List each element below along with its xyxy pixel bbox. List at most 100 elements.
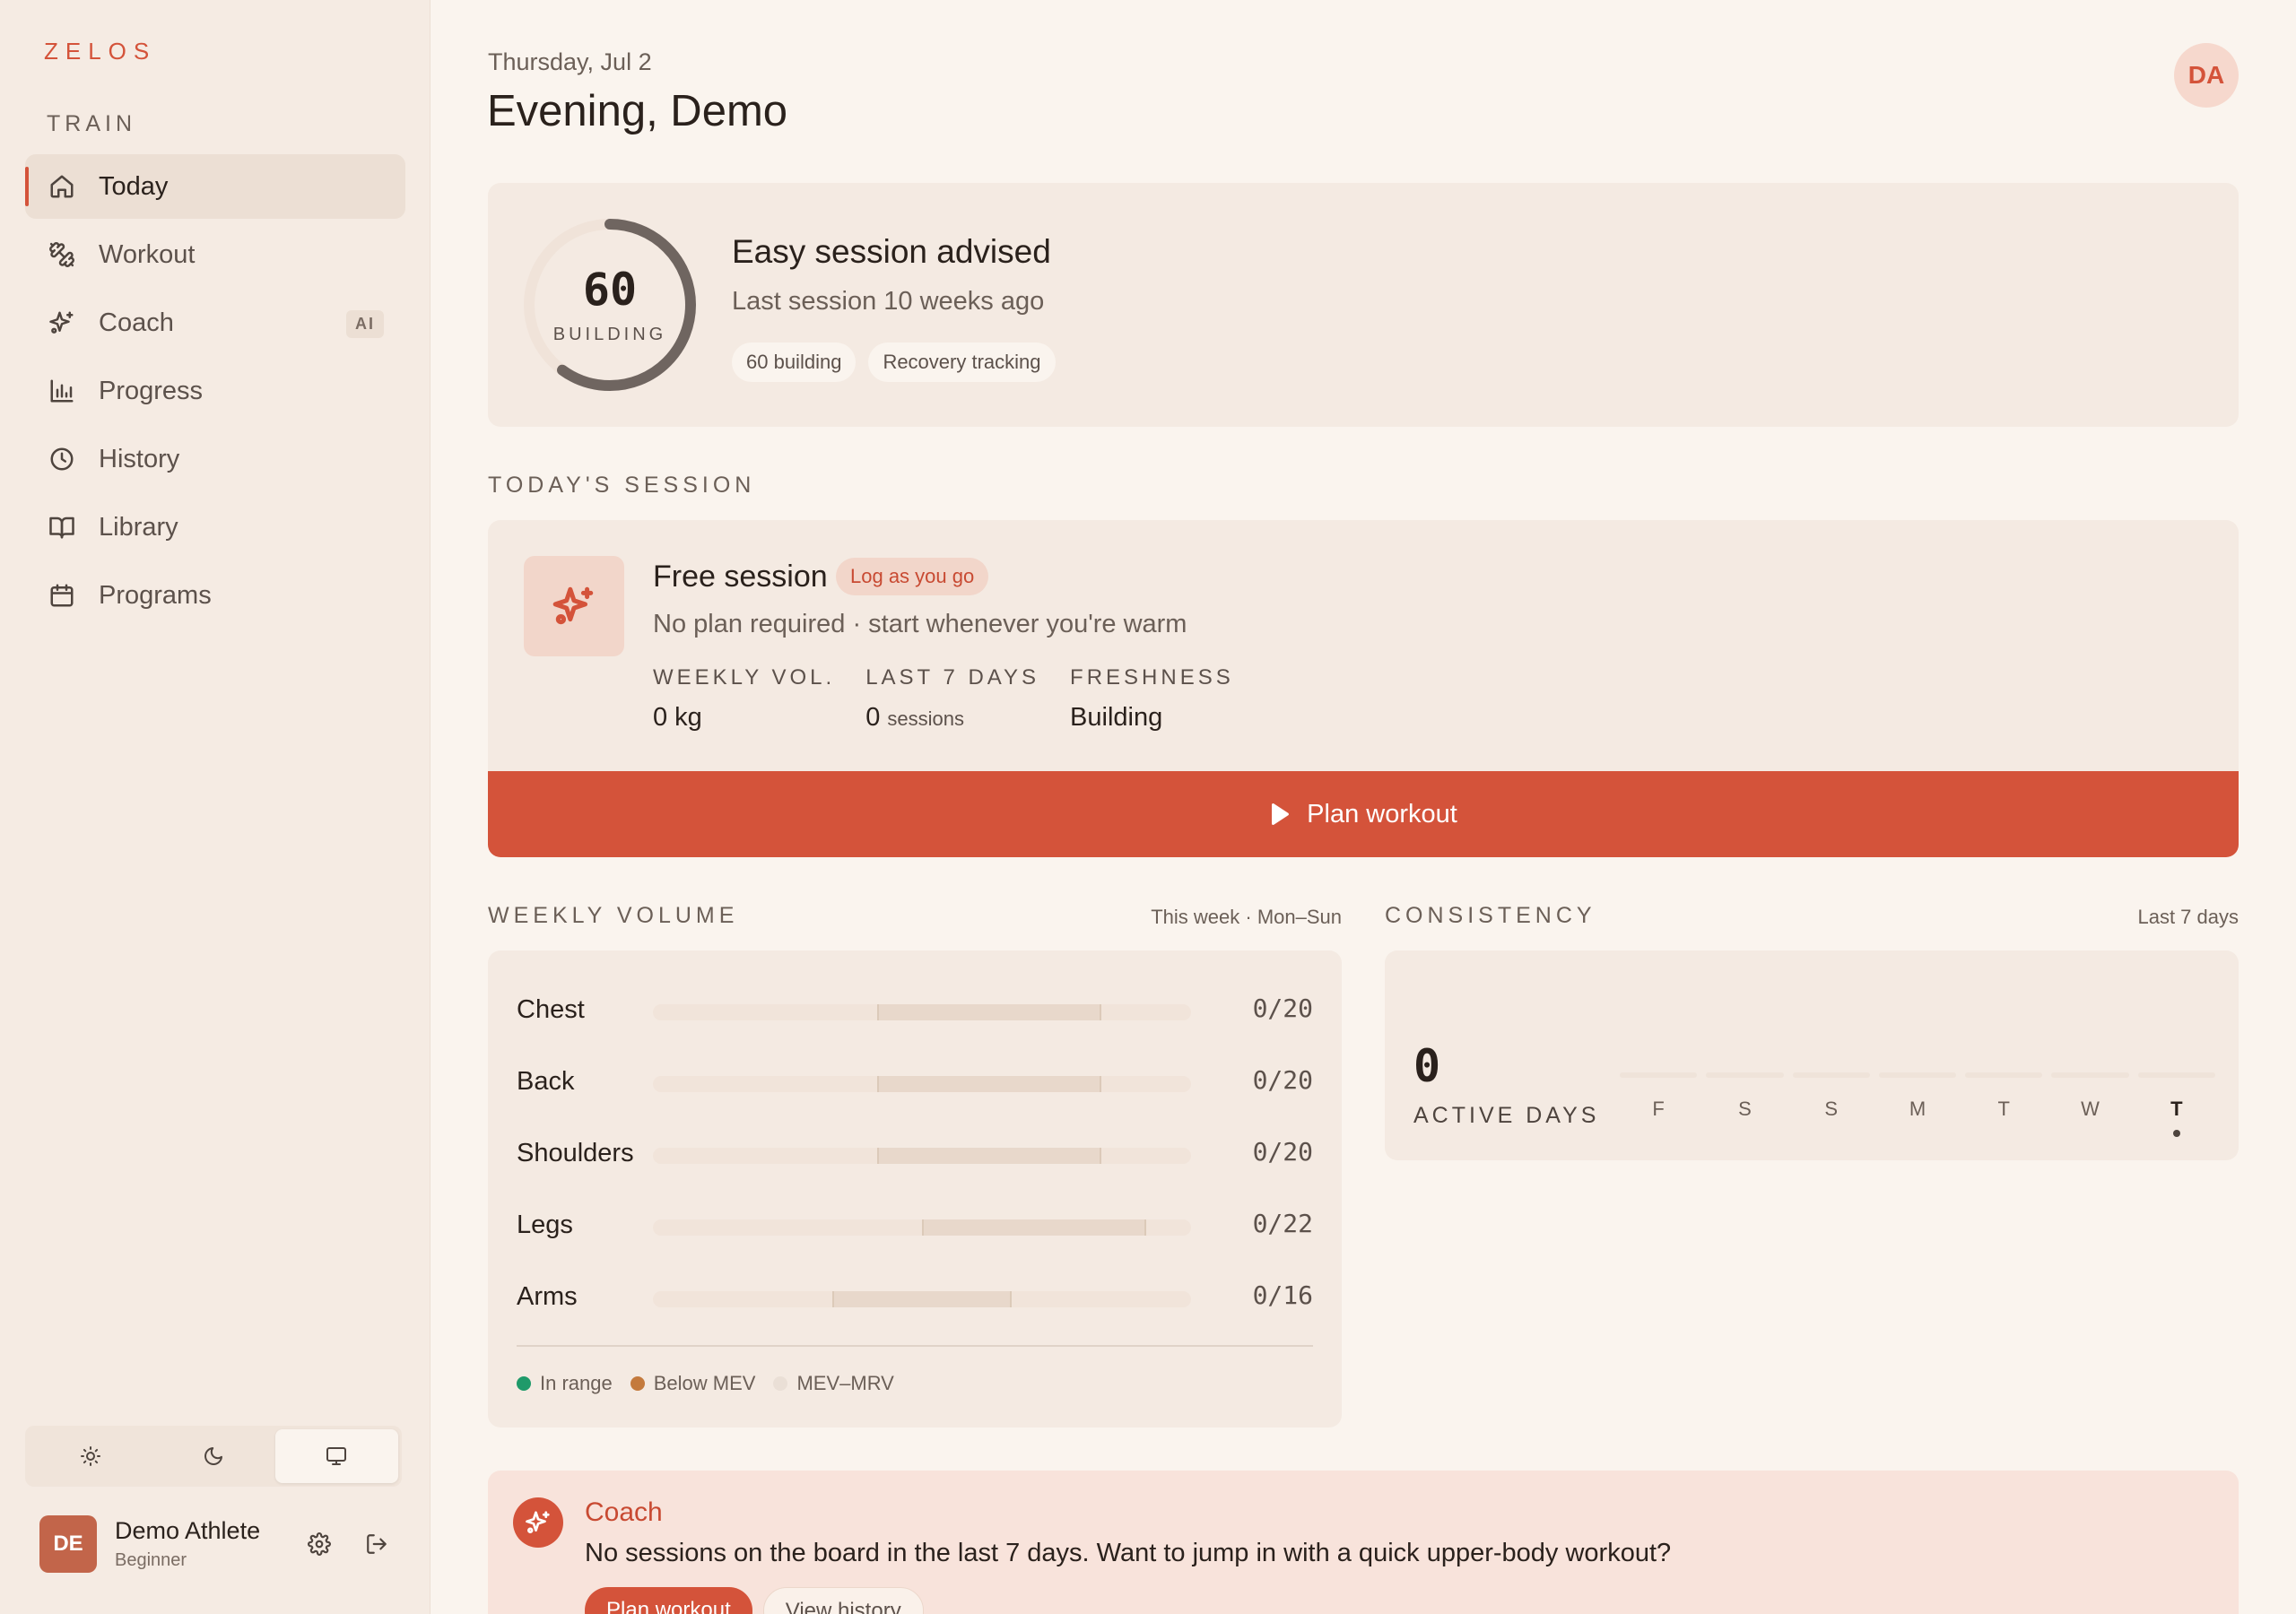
sidebar-nav: Today Workout Coach AI Progress History … [25, 154, 405, 631]
gear-icon [308, 1532, 331, 1556]
day-cell: T [1965, 1072, 2043, 1137]
legend-dot [517, 1376, 531, 1391]
volume-track [653, 1291, 1191, 1307]
dumbbell-icon [47, 239, 77, 270]
volume-value: 0/20 [1252, 994, 1313, 1023]
session-badge: Log as you go [836, 558, 989, 595]
day-cell-today: T [2137, 1072, 2215, 1137]
mev-mrv-range [877, 1004, 1101, 1020]
mev-mrv-range [832, 1291, 1012, 1307]
stat-value-row: 0 sessions [865, 703, 1039, 733]
active-days-count: 0 [1413, 1040, 1441, 1092]
day-cell: S [1792, 1072, 1870, 1137]
volume-track [653, 1148, 1191, 1164]
volume-row-back: Back 0/20 [517, 1063, 1313, 1099]
day-cell: F [1620, 1072, 1698, 1137]
todays-session-heading: TODAY'S SESSION [488, 473, 756, 498]
day-bar [1620, 1072, 1698, 1078]
theme-light-button[interactable] [29, 1429, 152, 1483]
sidebar-item-programs[interactable]: Programs [25, 563, 405, 628]
muscle-name: Arms [517, 1282, 578, 1311]
advice-title: Easy session advised [732, 233, 1051, 270]
coach-card: Coach No sessions on the board in the la… [488, 1471, 2239, 1614]
sidebar-item-workout[interactable]: Workout [25, 222, 405, 287]
user-profile: DE Demo Athlete Beginner [39, 1515, 398, 1573]
day-bar [2051, 1072, 2129, 1078]
day-bar [2137, 1072, 2215, 1078]
user-avatar[interactable]: DE [39, 1515, 97, 1573]
volume-legend: In range Below MEV MEV–MRV [517, 1372, 894, 1395]
day-cell: S [1706, 1072, 1784, 1137]
current-date: Thursday, Jul 2 [488, 48, 652, 75]
theme-switcher [25, 1426, 402, 1487]
view-history-button[interactable]: View history [762, 1587, 924, 1614]
volume-value: 0/20 [1252, 1065, 1313, 1095]
readiness-chips: 60 building Recovery tracking [732, 343, 1056, 382]
plan-workout-label: Plan workout [1307, 799, 1457, 829]
coach-title: Coach [585, 1497, 663, 1527]
book-icon [47, 512, 77, 542]
sidebar-item-history[interactable]: History [25, 427, 405, 491]
consistency-heading: CONSISTENCY [1385, 903, 1596, 928]
session-subtitle: No plan required · start whenever you're… [653, 610, 1187, 638]
sidebar-item-label: Coach [99, 308, 174, 337]
user-info: Demo Athlete Beginner [115, 1517, 283, 1571]
volume-value: 0/22 [1252, 1209, 1313, 1238]
volume-row-chest: Chest 0/20 [517, 992, 1313, 1028]
sidebar-item-label: Progress [99, 376, 204, 405]
day-bar [1792, 1072, 1870, 1078]
stat-freshness: FRESHNESS Building [1070, 665, 1234, 733]
sidebar-item-label: Today [99, 171, 169, 201]
calendar-icon [47, 580, 77, 611]
session-stats: WEEKLY VOL. 0 kg LAST 7 DAYS 0 sessions … [653, 665, 1234, 733]
divider [517, 1345, 1313, 1347]
volume-track [653, 1004, 1191, 1020]
page-title: Evening, Demo [487, 87, 788, 135]
volume-value: 0/20 [1252, 1137, 1313, 1167]
readiness-score: 60 [582, 264, 638, 316]
stat-weekly-volume: WEEKLY VOL. 0 kg [653, 665, 835, 733]
legend-dot [630, 1376, 645, 1391]
stat-value: 0 kg [653, 703, 702, 732]
sidebar-item-coach[interactable]: Coach AI [25, 291, 405, 355]
sidebar-item-today[interactable]: Today [25, 154, 405, 219]
sidebar-item-label: Programs [99, 580, 212, 610]
theme-dark-button[interactable] [152, 1429, 274, 1483]
day-letter: S [1824, 1098, 1839, 1120]
day-bar [1878, 1072, 1957, 1078]
day-letter: M [1909, 1098, 1926, 1120]
settings-button[interactable] [298, 1523, 341, 1566]
mev-mrv-range [922, 1219, 1146, 1236]
ai-badge: AI [346, 310, 384, 338]
day-strip: F S S M T W T [1620, 1072, 2215, 1137]
theme-system-button[interactable] [274, 1429, 398, 1483]
clock-icon [47, 444, 77, 474]
sidebar-item-progress[interactable]: Progress [25, 359, 405, 423]
consistency-card: 0 ACTIVE DAYS F S S M T W T [1385, 950, 2239, 1160]
day-bar [1706, 1072, 1784, 1078]
stat-label: LAST 7 DAYS [865, 665, 1040, 690]
coach-plan-workout-button[interactable]: Plan workout [585, 1587, 752, 1614]
sidebar-item-label: Library [99, 512, 178, 542]
play-icon [1272, 803, 1290, 826]
stat-unit: sessions [887, 707, 964, 730]
stat-last-7-days: LAST 7 DAYS 0 sessions [865, 665, 1039, 733]
plan-workout-button[interactable]: Plan workout [488, 771, 2239, 857]
sidebar-item-library[interactable]: Library [25, 495, 405, 560]
day-letter: T [2170, 1098, 2183, 1120]
legend-below-mev: Below MEV [630, 1372, 755, 1395]
brand-logo[interactable]: ZELOS [44, 38, 156, 65]
logout-button[interactable] [355, 1523, 398, 1566]
avatar[interactable]: DA [2174, 43, 2239, 108]
logout-icon [367, 1534, 387, 1554]
stat-value: Building [1070, 703, 1163, 732]
muscle-name: Legs [517, 1210, 573, 1239]
recovery-chip: Recovery tracking [868, 343, 1056, 382]
today-indicator [2172, 1130, 2180, 1137]
legend-label: In range [540, 1372, 613, 1394]
volume-value: 0/16 [1252, 1280, 1313, 1310]
sidebar-item-label: Workout [99, 239, 196, 269]
day-cell: M [1878, 1072, 1957, 1137]
weekly-volume-card: Chest 0/20 Back 0/20 Shoulders 0/20 Legs… [488, 950, 1342, 1427]
coach-actions: Plan workout View history [585, 1587, 924, 1614]
